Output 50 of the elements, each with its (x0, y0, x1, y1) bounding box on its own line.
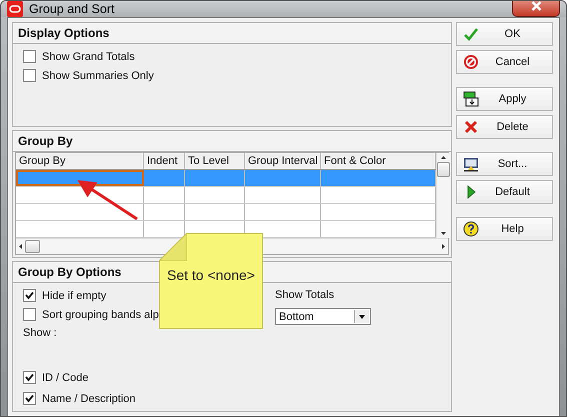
table-row[interactable] (16, 170, 436, 187)
caret-icon (358, 314, 366, 320)
default-button[interactable]: Default (456, 180, 553, 204)
app-icon (7, 1, 23, 17)
table-row[interactable] (16, 187, 436, 204)
checkbox[interactable] (23, 289, 36, 302)
cancel-button[interactable]: Cancel (456, 50, 553, 74)
column-header[interactable]: Group Interval (245, 153, 321, 169)
section-header: Display Options (13, 23, 451, 44)
checkbox-label: ID / Code (42, 372, 88, 384)
apply-icon (463, 91, 479, 107)
checkmark-icon (463, 26, 479, 42)
checkbox[interactable] (23, 69, 36, 82)
table-row[interactable] (16, 204, 436, 221)
dropdown[interactable]: Bottom (275, 308, 371, 325)
checkbox-label: Hide if empty (42, 290, 106, 302)
window-title: Group and Sort (29, 2, 114, 16)
check-icon (25, 291, 34, 300)
x-icon (463, 119, 479, 135)
field-label: Show Totals (275, 289, 336, 301)
scrollbar-thumb[interactable] (437, 162, 450, 177)
check-icon (25, 394, 34, 403)
column-header[interactable]: Group By (16, 153, 144, 169)
section-header: Group By (13, 131, 451, 152)
checkbox[interactable] (23, 50, 36, 63)
column-header[interactable]: To Level (185, 153, 245, 169)
help-button[interactable]: Help (456, 217, 553, 241)
vertical-scrollbar[interactable] (436, 153, 450, 238)
apply-button[interactable]: Apply (456, 87, 553, 111)
checkbox[interactable] (23, 371, 36, 384)
check-icon (25, 373, 34, 382)
column-header[interactable]: Indent (144, 153, 185, 169)
ok-button[interactable]: OK (456, 22, 553, 46)
checkbox-label: Name / Description (42, 392, 136, 404)
checkbox-label: Show Grand Totals (42, 50, 135, 62)
delete-button[interactable]: Delete (456, 115, 553, 139)
close-icon (530, 1, 542, 11)
note-fold-icon (159, 233, 187, 261)
sort-button[interactable]: Sort... (456, 152, 553, 176)
close-button[interactable] (512, 1, 560, 17)
callout-tooltip: Set to <none> (159, 233, 263, 329)
checkbox-label: Show Summaries Only (42, 70, 154, 82)
scrollbar-thumb[interactable] (25, 240, 40, 253)
help-icon (463, 221, 479, 237)
no-entry-icon (463, 54, 479, 70)
checkbox-label: Sort grouping bands alp (42, 308, 159, 320)
monitor-icon (463, 156, 479, 172)
checkbox[interactable] (23, 308, 36, 321)
checkbox[interactable] (23, 392, 36, 405)
field-label: Show : (23, 327, 58, 339)
